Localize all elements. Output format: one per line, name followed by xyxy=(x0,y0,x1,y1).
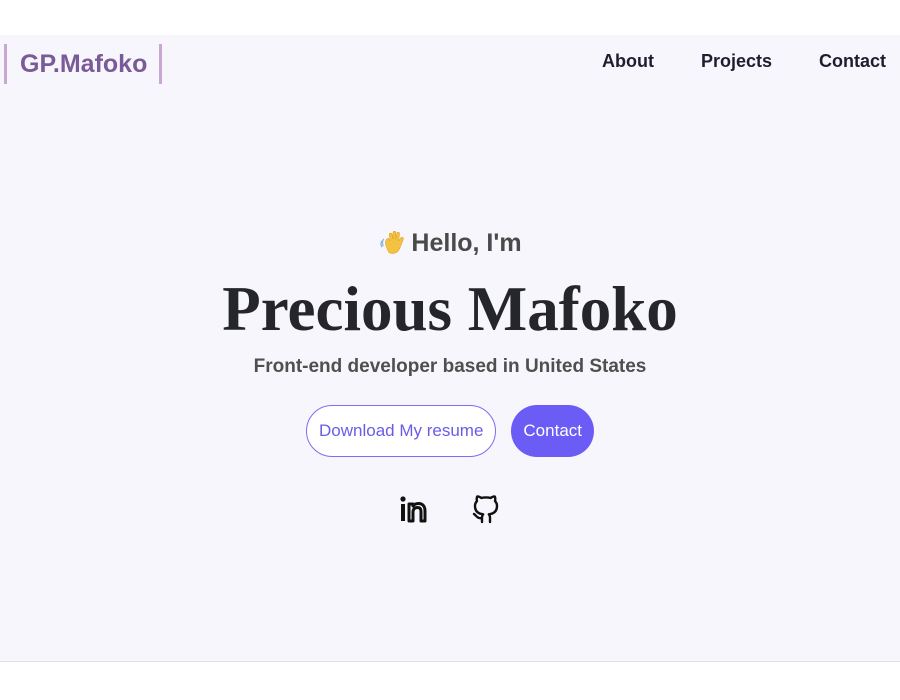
hero-subtitle: Front-end developer based in United Stat… xyxy=(253,356,647,377)
hero-buttons: Download My resume Contact xyxy=(0,405,900,457)
site-header: GP.Mafoko About Projects Contact xyxy=(0,35,900,93)
hero-panel: GP.Mafoko About Projects Contact Hello, … xyxy=(0,35,900,662)
page: GP.Mafoko About Projects Contact Hello, … xyxy=(0,0,900,700)
linkedin-link[interactable] xyxy=(398,492,432,526)
nav-projects[interactable]: Projects xyxy=(701,51,772,72)
linkedin-icon xyxy=(399,496,426,523)
social-links xyxy=(0,492,900,526)
greeting: Hello, I'm xyxy=(0,228,900,258)
download-resume-button[interactable]: Download My resume xyxy=(306,405,497,457)
hero-name: Precious Mafoko xyxy=(222,274,678,344)
nav-contact[interactable]: Contact xyxy=(819,51,886,72)
site-logo[interactable]: GP.Mafoko xyxy=(4,44,163,84)
main-nav: About Projects Contact xyxy=(602,51,886,72)
github-icon xyxy=(472,495,498,524)
greeting-text: Hello, I'm xyxy=(411,228,522,257)
github-link[interactable] xyxy=(469,492,503,526)
contact-button[interactable]: Contact xyxy=(511,405,594,457)
waving-hand-icon xyxy=(380,231,405,254)
nav-about[interactable]: About xyxy=(602,51,654,72)
